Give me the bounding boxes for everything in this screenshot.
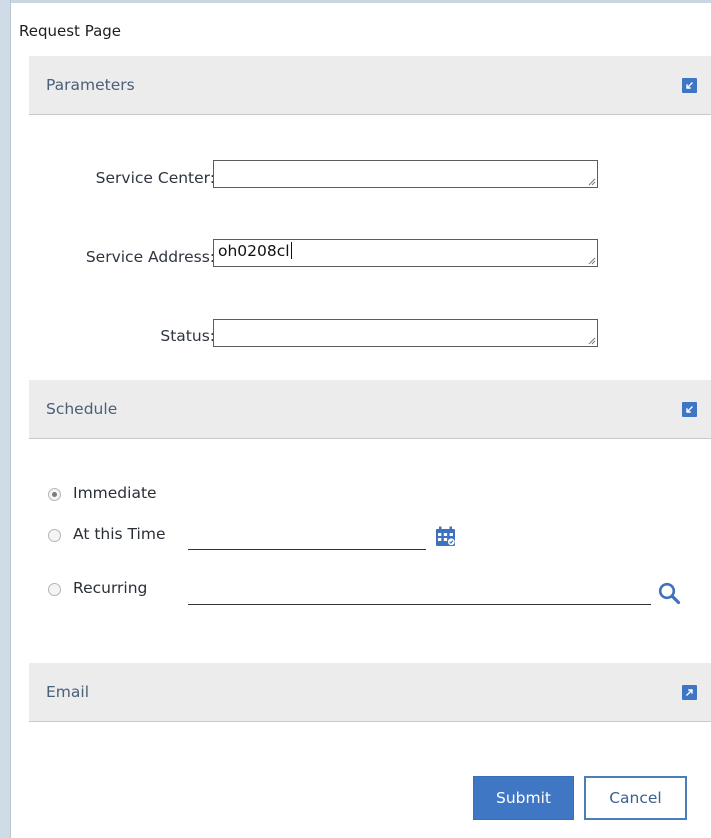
section-email-label: Email — [46, 683, 90, 701]
immediate-label: Immediate — [73, 484, 157, 502]
section-parameters-label: Parameters — [46, 76, 135, 94]
text-cursor — [290, 242, 292, 259]
service-address-field[interactable]: oh0208cl — [213, 239, 598, 267]
service-address-label: Service Address: — [85, 248, 215, 266]
submit-button[interactable]: Submit — [473, 776, 574, 820]
immediate-radio[interactable] — [48, 488, 61, 501]
section-schedule-label: Schedule — [46, 400, 118, 418]
request-page-panel: Request Page Parameters Service Center: … — [11, 3, 711, 838]
section-schedule[interactable]: Schedule — [29, 380, 711, 439]
section-email[interactable]: Email — [29, 663, 711, 722]
page-title: Request Page — [19, 22, 122, 40]
background-window-edge — [0, 0, 11, 838]
service-center-label: Service Center: — [95, 169, 215, 187]
at-time-radio[interactable] — [48, 529, 61, 542]
expand-arrow-icon[interactable] — [682, 685, 697, 700]
resize-grip-icon[interactable] — [588, 257, 596, 265]
search-icon[interactable] — [657, 581, 682, 606]
status-label: Status: — [160, 327, 215, 345]
recurring-input[interactable] — [188, 582, 651, 605]
section-parameters[interactable]: Parameters — [29, 56, 711, 115]
cancel-button[interactable]: Cancel — [584, 776, 687, 820]
service-center-field[interactable] — [213, 160, 598, 188]
recurring-radio[interactable] — [48, 583, 61, 596]
resize-grip-icon[interactable] — [588, 178, 596, 186]
recurring-label: Recurring — [73, 579, 148, 597]
service-address-value: oh0208cl — [218, 242, 290, 260]
collapse-arrow-icon[interactable] — [682, 78, 697, 93]
collapse-arrow-icon[interactable] — [682, 402, 697, 417]
resize-grip-icon[interactable] — [588, 337, 596, 345]
status-field[interactable] — [213, 319, 598, 347]
calendar-icon[interactable] — [435, 526, 456, 547]
at-time-label: At this Time — [73, 525, 166, 543]
at-time-input[interactable] — [188, 527, 426, 550]
